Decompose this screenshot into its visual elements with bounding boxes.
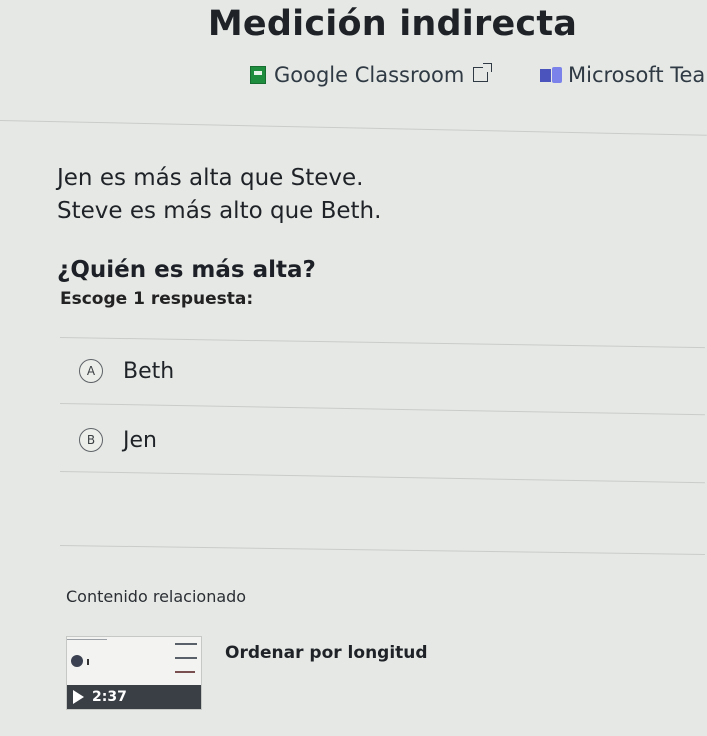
problem-line-1: Jen es más alta que Steve. bbox=[57, 165, 364, 191]
divider bbox=[59, 403, 705, 416]
share-google-classroom-button[interactable]: Google Classroom bbox=[250, 60, 493, 90]
share-microsoft-teams-button[interactable]: Microsoft Tea bbox=[540, 60, 705, 90]
play-icon bbox=[73, 690, 84, 704]
video-duration: 2:37 bbox=[92, 689, 127, 705]
question-text: ¿Quién es más alta? bbox=[57, 257, 316, 283]
choice-label-b: Jen bbox=[123, 427, 157, 453]
external-link-icon bbox=[473, 62, 493, 82]
related-content-heading: Contenido relacionado bbox=[66, 587, 247, 606]
instruction-text: Escoge 1 respuesta: bbox=[60, 289, 254, 309]
choice-letter-a: A bbox=[79, 359, 103, 383]
divider bbox=[59, 337, 705, 349]
video-duration-bar: 2:37 bbox=[67, 685, 201, 709]
microsoft-teams-icon bbox=[540, 67, 562, 83]
related-video-thumbnail[interactable]: 2:37 bbox=[66, 636, 202, 710]
thumbnail-shape bbox=[71, 655, 83, 667]
page-title: Medición indirecta bbox=[207, 4, 578, 44]
choice-letter-b: B bbox=[79, 428, 103, 452]
divider bbox=[59, 471, 705, 484]
divider bbox=[0, 120, 707, 136]
choice-a[interactable]: A Beth bbox=[73, 353, 174, 389]
choice-b[interactable]: B Jen bbox=[73, 422, 157, 458]
related-video-title[interactable]: Ordenar por longitud bbox=[225, 643, 428, 663]
choice-label-a: Beth bbox=[123, 358, 175, 384]
problem-line-2: Steve es más alto que Beth. bbox=[57, 198, 382, 224]
divider bbox=[59, 545, 705, 556]
google-classroom-label: Google Classroom bbox=[274, 63, 465, 87]
google-classroom-icon bbox=[250, 66, 266, 84]
microsoft-teams-label: Microsoft Tea bbox=[568, 63, 706, 87]
